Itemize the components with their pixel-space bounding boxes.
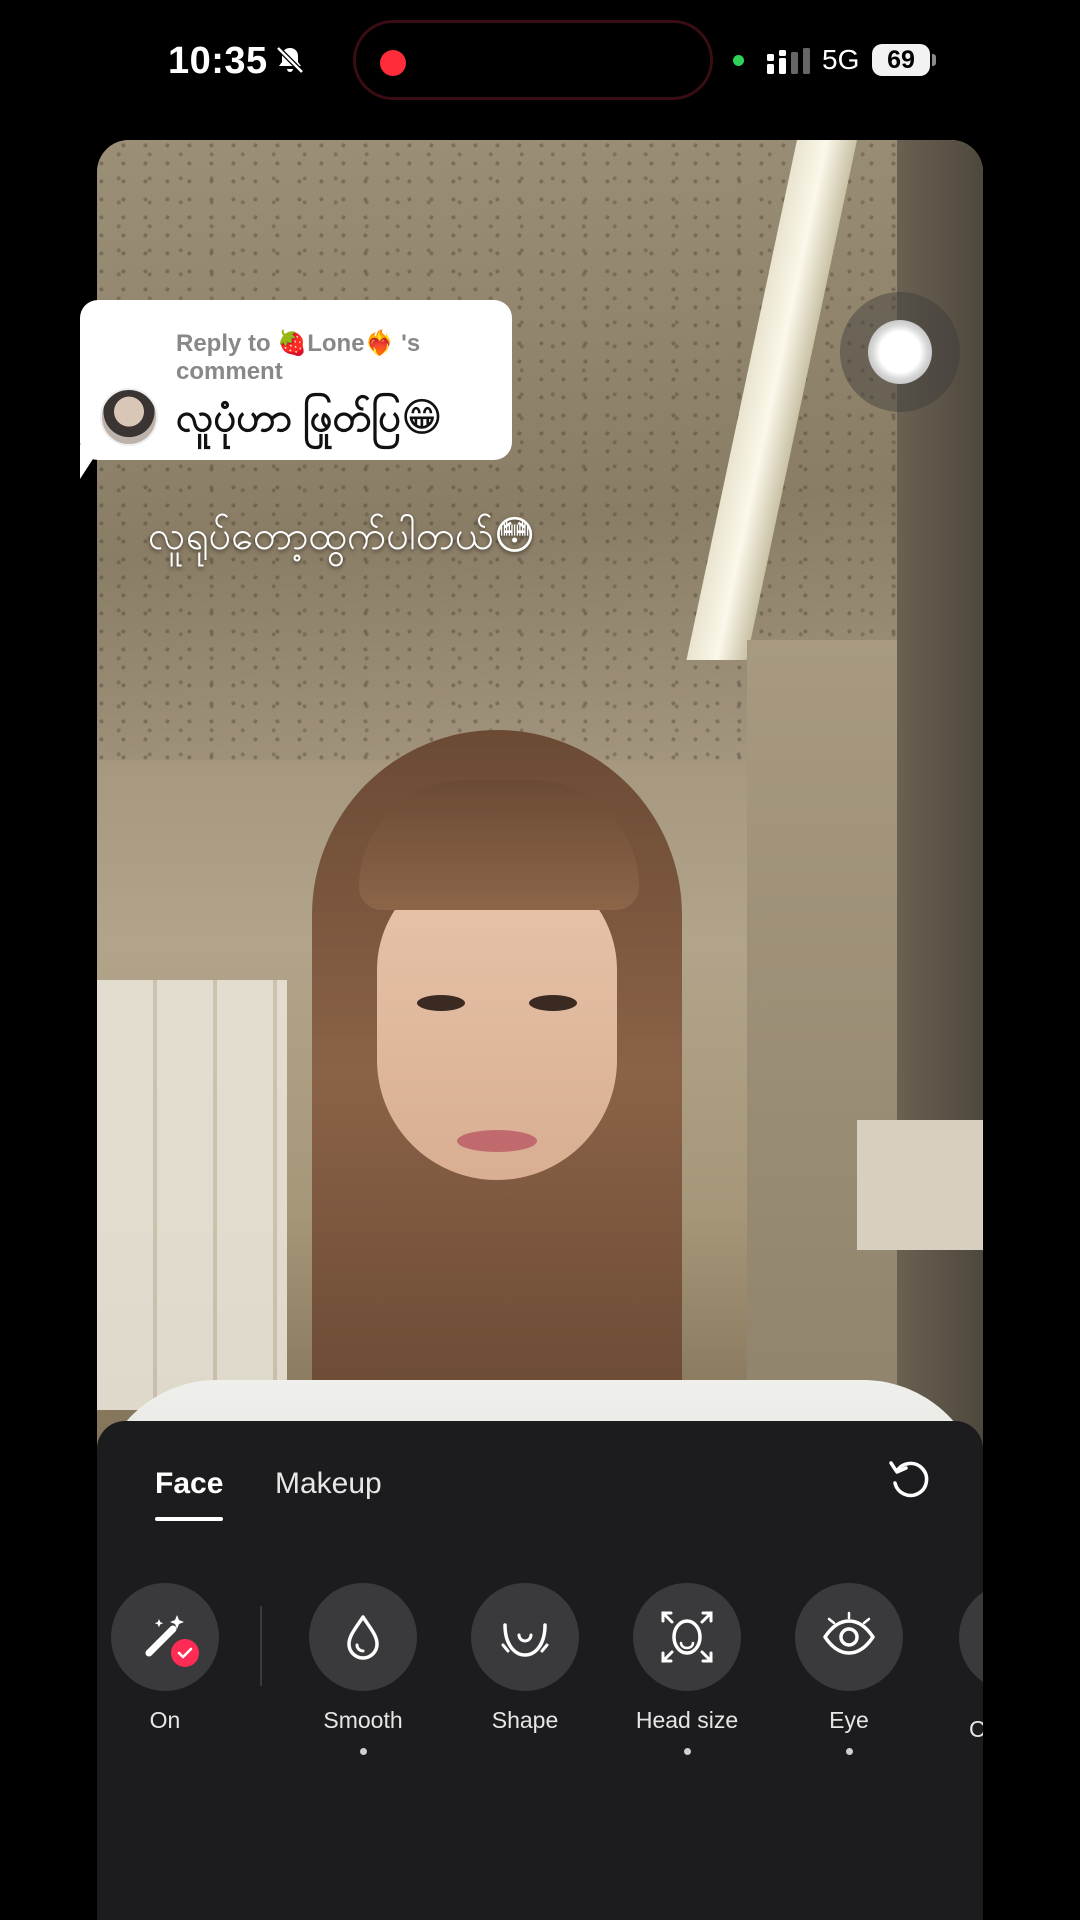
tab-face[interactable]: Face (155, 1467, 223, 1501)
clock: 10:35 (168, 40, 268, 82)
reset-icon[interactable] (881, 1451, 937, 1507)
reply-comment-sticker[interactable]: Reply to 🍓Lone❤️‍🔥 's comment လူပုံဟာ ဖြ… (80, 300, 512, 460)
cellular-signal-icon (767, 48, 810, 74)
reply-bubble-tail (80, 445, 102, 479)
tool-head-size[interactable]: Head size (617, 1583, 757, 1755)
reply-comment-text: လူပုံဟာ ဖြုတ်ပြ😁 (176, 396, 443, 440)
droplet-icon (347, 1615, 379, 1660)
face-shape-icon (501, 1623, 549, 1657)
scene-posters (97, 980, 287, 1410)
tool-label: Smooth (323, 1707, 403, 1733)
battery-level: 69 (872, 44, 930, 76)
tool-on[interactable]: On (95, 1583, 235, 1755)
tool-label: Head size (635, 1707, 739, 1733)
tool-divider (260, 1606, 262, 1686)
tool-adjusted-dot (359, 1748, 367, 1755)
tool-partial-button[interactable] (959, 1583, 983, 1691)
tab-makeup[interactable]: Makeup (275, 1467, 382, 1501)
status-bar: 10:35 5G 69 (0, 0, 1080, 120)
caption-text[interactable]: လူရုပ်တော့ထွက်ပါတယ်😳 (148, 510, 535, 569)
tool-shape-button[interactable] (471, 1583, 579, 1691)
subject-eye-left (417, 995, 465, 1011)
tool-smooth-button[interactable] (309, 1583, 417, 1691)
enabled-check-icon (171, 1639, 199, 1667)
active-tab-indicator (155, 1517, 223, 1521)
tool-adjusted-dot (683, 1748, 691, 1755)
tool-eye-button[interactable] (795, 1583, 903, 1691)
assistive-touch-button[interactable] (840, 292, 960, 412)
dynamic-island[interactable] (353, 20, 713, 100)
tool-head-size-button[interactable] (633, 1583, 741, 1691)
tool-label: On (149, 1707, 181, 1733)
tool-on-button[interactable] (111, 1583, 219, 1691)
tool-partial-next[interactable] (959, 1583, 983, 1691)
avatar (100, 388, 158, 446)
battery-tip (932, 54, 936, 66)
tool-eye[interactable]: Eye (779, 1583, 919, 1755)
tool-smooth[interactable]: Smooth (293, 1583, 433, 1755)
subject-eye-right (529, 995, 577, 1011)
reply-to-label: Reply to 🍓Lone❤️‍🔥 's comment (176, 330, 421, 385)
camera-in-use-indicator-icon (733, 55, 744, 66)
head-size-icon (661, 1611, 713, 1663)
bell-muted-icon (276, 46, 304, 74)
eye-icon (823, 1611, 875, 1655)
assistive-touch-icon (868, 320, 932, 384)
network-type: 5G (822, 44, 860, 75)
tool-adjusted-dot (845, 1748, 853, 1755)
tool-label: Shape (491, 1707, 559, 1733)
tool-label: Eye (829, 1707, 869, 1733)
recording-indicator-icon (380, 50, 406, 76)
tool-shape[interactable]: Shape (455, 1583, 595, 1755)
beauty-panel: Face Makeup On Smooth Shape Head size Ey… (97, 1421, 983, 1920)
scene-poster-right (857, 1120, 983, 1250)
subject-lips (457, 1130, 537, 1152)
tool-partial-label: C (969, 1716, 983, 1742)
